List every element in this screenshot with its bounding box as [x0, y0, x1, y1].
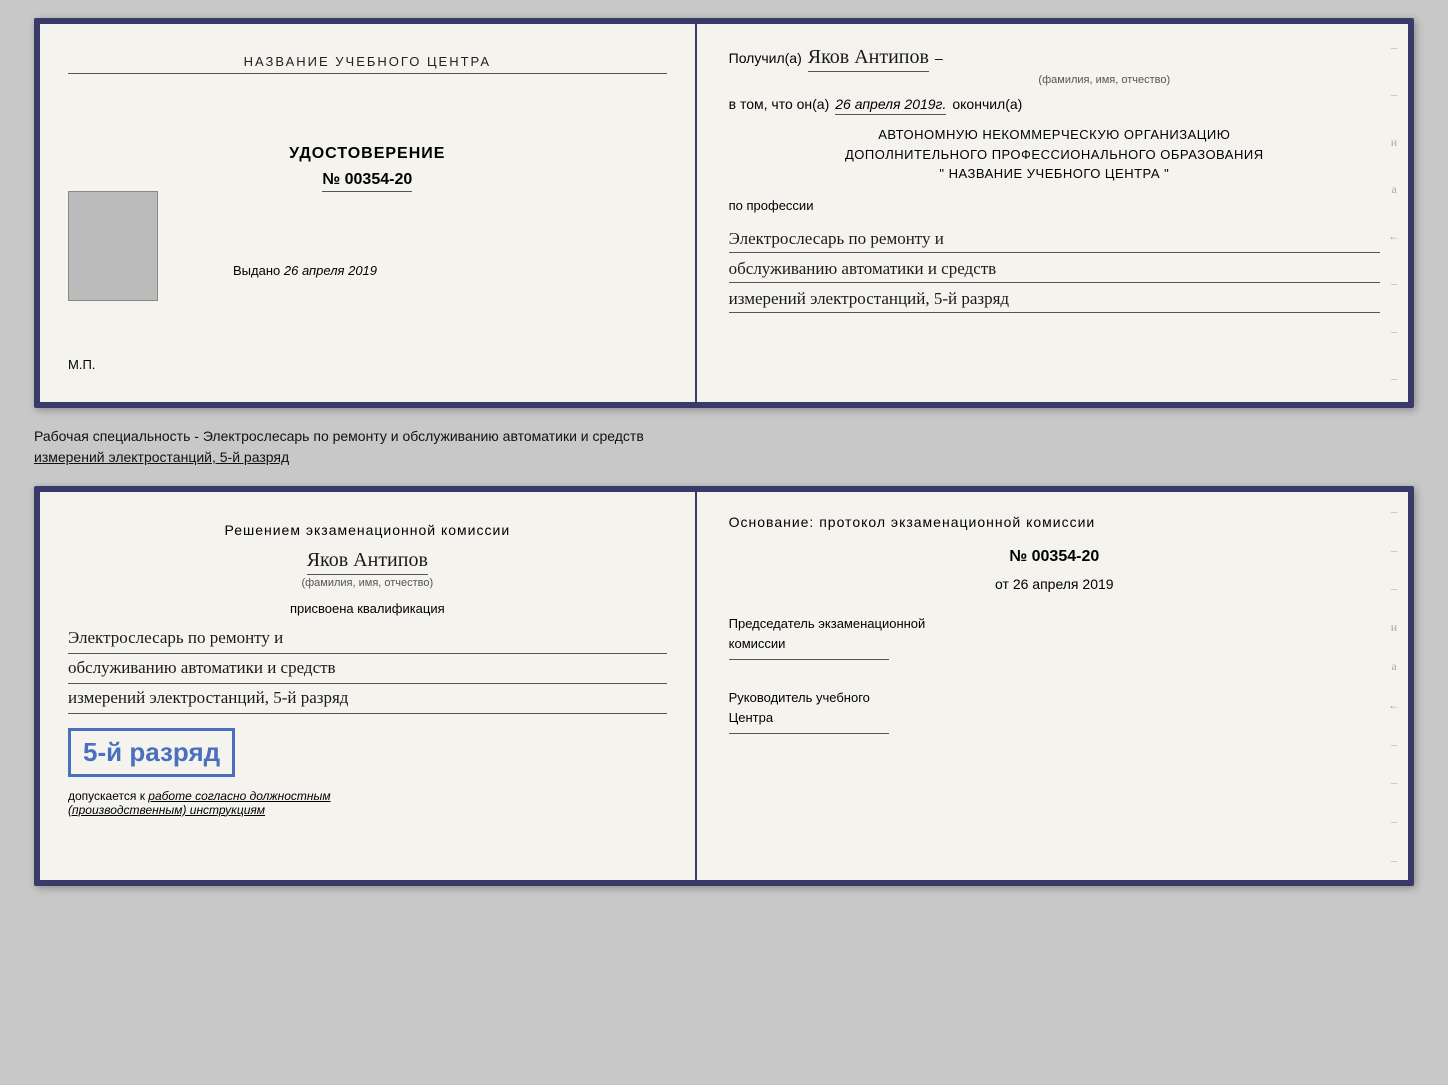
- cert-center-block: УДОСТОВЕРЕНИЕ № 00354-20: [289, 145, 445, 192]
- vydano-label: Выдано: [233, 263, 280, 278]
- osnovanie-text: Основание: протокол экзаменационной коми…: [729, 514, 1380, 530]
- ot-label: от: [995, 576, 1009, 592]
- deco-b-dash-а: а: [1391, 659, 1396, 674]
- okonchil-label: окончил(а): [952, 96, 1022, 112]
- rukovoditel-block: Руководитель учебного Центра: [729, 688, 1380, 740]
- photo-placeholder: [68, 191, 158, 301]
- middle-text-line1: Рабочая специальность - Электрослесарь п…: [34, 428, 644, 444]
- deco-b-dash-7: –: [1391, 853, 1397, 868]
- predsedatel-block: Председатель экзаменационной комиссии: [729, 614, 1380, 666]
- rukovoditel-line1: Руководитель учебного: [729, 688, 1380, 708]
- dopuskaetsya-italic2: (производственным) инструкциям: [68, 803, 265, 817]
- vydano-date: 26 апреля 2019: [284, 263, 377, 278]
- bottom-cert-right: Основание: протокол экзаменационной коми…: [697, 492, 1408, 880]
- fio-label-top: (фамилия, имя, отчество): [829, 74, 1380, 86]
- dopuskaetsya-prefix: допускается к: [68, 789, 145, 803]
- vtom-label: в том, что он(а): [729, 96, 830, 112]
- deco-b-dash-6: –: [1391, 814, 1397, 829]
- org-line1: АВТОНОМНУЮ НЕКОММЕРЧЕСКУЮ ОРГАНИЗАЦИЮ: [729, 125, 1380, 145]
- vtom-date: 26 апреля 2019г.: [835, 96, 946, 115]
- deco-b-dash-4: –: [1391, 737, 1397, 752]
- deco-dash-4: –: [1391, 324, 1397, 339]
- qual-line2: обслуживанию автоматики и средств: [68, 654, 667, 684]
- deco-dash-а: а: [1391, 182, 1396, 197]
- deco-b-dash-и: и: [1391, 620, 1397, 635]
- org-line2: ДОПОЛНИТЕЛЬНОГО ПРОФЕССИОНАЛЬНОГО ОБРАЗО…: [729, 145, 1380, 165]
- ot-date-line: от 26 апреля 2019: [729, 576, 1380, 592]
- middle-text-block: Рабочая специальность - Электрослесарь п…: [34, 422, 1414, 472]
- org-name-top: НАЗВАНИЕ УЧЕБНОГО ЦЕНТРА: [68, 54, 667, 74]
- deco-dash-3: –: [1391, 276, 1397, 291]
- profession-line3: измерений электростанций, 5-й разряд: [729, 285, 1380, 313]
- dopuskaetsya-italic1: работе согласно должностным: [148, 789, 330, 803]
- deco-b-dash-arrow: ←: [1388, 698, 1400, 713]
- predsedatel-line1: Председатель экзаменационной: [729, 614, 1380, 634]
- po-professii: по профессии: [729, 198, 1380, 213]
- deco-dash-и: и: [1391, 135, 1397, 150]
- profession-block: Электрослесарь по ремонту и обслуживанию…: [729, 223, 1380, 314]
- deco-b-dash-2: –: [1391, 543, 1397, 558]
- bottom-right-deco: – – – и а ← – – – –: [1386, 492, 1402, 880]
- ot-date-value: 26 апреля 2019: [1013, 576, 1114, 592]
- resheniem-text: Решением экзаменационной комиссии: [68, 520, 667, 541]
- right-deco: – – и а ← – – –: [1386, 24, 1402, 402]
- fio-small-bottom: (фамилия, имя, отчество): [301, 577, 433, 589]
- top-cert-left: НАЗВАНИЕ УЧЕБНОГО ЦЕНТРА УДОСТОВЕРЕНИЕ №…: [40, 24, 697, 402]
- deco-b-dash-1: –: [1391, 504, 1397, 519]
- rukovoditel-line2: Центра: [729, 708, 1380, 728]
- person-name: Яков Антипов: [307, 549, 428, 575]
- recipient-name: Яков Антипов: [808, 46, 929, 72]
- razryad-badge: 5-й разряд: [68, 728, 235, 777]
- dopuskaetsya-block: допускается к работе согласно должностны…: [68, 789, 667, 817]
- top-certificate: НАЗВАНИЕ УЧЕБНОГО ЦЕНТРА УДОСТОВЕРЕНИЕ №…: [34, 18, 1414, 408]
- recipient-line: Получил(а) Яков Антипов –: [729, 46, 1380, 72]
- mp-label: М.П.: [68, 357, 95, 372]
- deco-dash-5: –: [1391, 371, 1397, 386]
- udostoverenie-label: УДОСТОВЕРЕНИЕ: [289, 145, 445, 163]
- vydano-line: Выдано 26 апреля 2019: [233, 263, 722, 278]
- predsedatel-line2: комиссии: [729, 634, 1380, 654]
- deco-b-dash-3: –: [1391, 581, 1397, 596]
- resheniem-label: Решением экзаменационной комиссии: [224, 522, 510, 538]
- qual-line3: измерений электростанций, 5-й разряд: [68, 684, 667, 714]
- predsedatel-signature: [729, 659, 889, 660]
- vtom-line: в том, что он(а) 26 апреля 2019г. окончи…: [729, 96, 1380, 115]
- profession-line2: обслуживанию автоматики и средств: [729, 255, 1380, 283]
- deco-dash-arrow: ←: [1388, 229, 1400, 244]
- deco-dash-2: –: [1391, 87, 1397, 102]
- protocol-number: № 00354-20: [729, 548, 1380, 566]
- poluchil-label: Получил(а): [729, 50, 802, 66]
- razryad-section: 5-й разряд: [68, 722, 667, 777]
- middle-text-line2: измерений электростанций, 5-й разряд: [34, 449, 289, 465]
- deco-dash-1: –: [1391, 40, 1397, 55]
- qual-block: Электрослесарь по ремонту и обслуживанию…: [68, 624, 667, 714]
- qual-line1: Электрослесарь по ремонту и: [68, 624, 667, 654]
- org-line3: " НАЗВАНИЕ УЧЕБНОГО ЦЕНТРА ": [729, 164, 1380, 184]
- bottom-cert-left: Решением экзаменационной комиссии Яков А…: [40, 492, 697, 880]
- bottom-certificate: Решением экзаменационной комиссии Яков А…: [34, 486, 1414, 886]
- rukovoditel-signature: [729, 733, 889, 734]
- org-block: АВТОНОМНУЮ НЕКОММЕРЧЕСКУЮ ОРГАНИЗАЦИЮ ДО…: [729, 125, 1380, 184]
- cert-number: № 00354-20: [322, 171, 412, 192]
- prisvoena-label: присвоена квалификация: [68, 601, 667, 616]
- deco-b-dash-5: –: [1391, 775, 1397, 790]
- top-cert-right: Получил(а) Яков Антипов – (фамилия, имя,…: [697, 24, 1408, 402]
- profession-line1: Электрослесарь по ремонту и: [729, 225, 1380, 253]
